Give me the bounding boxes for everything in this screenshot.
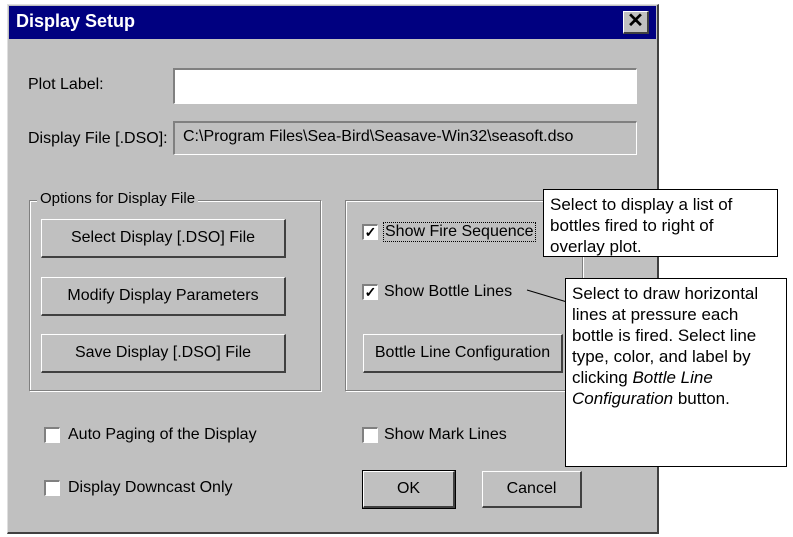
bottle-lines-callout-suffix: button. — [673, 389, 730, 408]
bottle-lines-callout: Select to draw horizontal lines at press… — [565, 278, 787, 467]
fire-sequence-callout: Select to display a list of bottles fire… — [543, 189, 778, 257]
